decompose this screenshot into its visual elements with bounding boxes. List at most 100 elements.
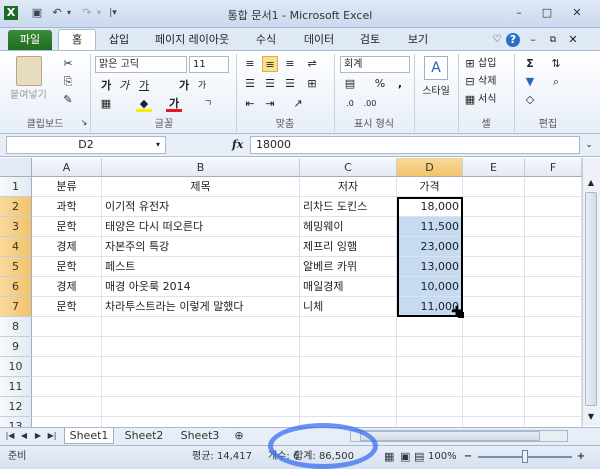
cell-f1[interactable] <box>525 177 582 197</box>
find-select-icon[interactable]: ⌕ <box>548 74 564 90</box>
font-name-dropdown[interactable]: 맑은 고딕 <box>95 56 187 73</box>
cell-d12[interactable] <box>397 397 463 417</box>
clear-icon[interactable]: ◇ <box>522 92 538 108</box>
format-cells-icon[interactable]: ▦ <box>462 92 478 108</box>
cell-b7[interactable]: 차라투스트라는 이렇게 말했다 <box>102 297 300 317</box>
cell-e3[interactable] <box>463 217 525 237</box>
cell-a12[interactable] <box>32 397 102 417</box>
cell-f10[interactable] <box>525 357 582 377</box>
sort-filter-icon[interactable]: ⇅ <box>548 56 564 72</box>
column-header-d[interactable]: D <box>397 158 463 177</box>
horizontal-scroll-thumb[interactable] <box>360 431 540 441</box>
cell-e9[interactable] <box>463 337 525 357</box>
underline-icon[interactable]: 가 <box>136 78 152 94</box>
align-left-icon[interactable]: ☰ <box>242 76 258 92</box>
row-header[interactable]: 9 <box>0 337 32 357</box>
row-header[interactable]: 5 <box>0 257 32 277</box>
cell-b9[interactable] <box>102 337 300 357</box>
cell-c8[interactable] <box>300 317 397 337</box>
cell-b8[interactable] <box>102 317 300 337</box>
row-header[interactable]: 10 <box>0 357 32 377</box>
sheet-tab-sheet3[interactable]: Sheet3 <box>174 428 226 444</box>
tab-formulas[interactable]: 수식 <box>246 30 286 50</box>
select-all-corner[interactable] <box>0 158 32 177</box>
comma-style-icon[interactable]: , <box>392 76 408 92</box>
page-break-view-icon[interactable]: ▤ <box>414 449 428 465</box>
paste-button-label[interactable]: 붙여넣기 <box>10 88 56 104</box>
align-middle-icon[interactable]: ≡ <box>262 56 278 72</box>
cell-e5[interactable] <box>463 257 525 277</box>
cell-d2[interactable]: 18,000 <box>397 197 463 217</box>
tab-file[interactable]: 파일 <box>8 30 52 50</box>
align-bottom-icon[interactable]: ≡ <box>282 56 298 72</box>
cell-a1[interactable]: 분류 <box>32 177 102 197</box>
zoom-in-icon[interactable]: + <box>574 449 588 465</box>
tab-view[interactable]: 보기 <box>398 30 438 50</box>
clipboard-launcher-icon[interactable]: ↘ <box>80 115 88 131</box>
name-box[interactable]: D2 <box>6 136 166 154</box>
prev-sheet-icon[interactable]: ◀ <box>18 428 30 444</box>
row-header[interactable]: 2 <box>0 197 32 217</box>
cell-styles-icon[interactable]: A <box>424 56 448 80</box>
cell-e11[interactable] <box>463 377 525 397</box>
cell-c12[interactable] <box>300 397 397 417</box>
row-header[interactable]: 1 <box>0 177 32 197</box>
row-header[interactable]: 4 <box>0 237 32 257</box>
close-icon[interactable]: ✕ <box>568 6 586 20</box>
cut-icon[interactable]: ✂ <box>60 56 76 72</box>
cell-c6[interactable]: 매일경제 <box>300 277 397 297</box>
cell-e8[interactable] <box>463 317 525 337</box>
cell-f9[interactable] <box>525 337 582 357</box>
border-icon[interactable]: ▦ <box>98 96 114 112</box>
cell-a7[interactable]: 문학 <box>32 297 102 317</box>
cell-c4[interactable]: 제프리 잉햄 <box>300 237 397 257</box>
cell-e1[interactable] <box>463 177 525 197</box>
cell-d11[interactable] <box>397 377 463 397</box>
cell-f6[interactable] <box>525 277 582 297</box>
name-box-dropdown-icon[interactable]: ▾ <box>152 137 164 153</box>
cell-c5[interactable]: 알베르 카뮈 <box>300 257 397 277</box>
format-painter-icon[interactable]: ✎ <box>60 92 76 108</box>
cell-e10[interactable] <box>463 357 525 377</box>
cell-c3[interactable]: 헤밍웨이 <box>300 217 397 237</box>
cell-d5[interactable]: 13,000 <box>397 257 463 277</box>
delete-cells-label[interactable]: 삭제 <box>478 74 514 90</box>
doc-close-icon[interactable]: ✕ <box>566 30 580 50</box>
styles-button-label[interactable]: 스타일 <box>416 84 456 100</box>
minimize-ribbon-icon[interactable]: ♡ <box>490 30 504 50</box>
cell-f2[interactable] <box>525 197 582 217</box>
cell-b11[interactable] <box>102 377 300 397</box>
cell-c7[interactable]: 니체 <box>300 297 397 317</box>
column-header-f[interactable]: F <box>525 158 582 177</box>
fill-icon[interactable]: ▼ <box>522 74 538 90</box>
cell-c1[interactable]: 저자 <box>300 177 397 197</box>
insert-sheet-icon[interactable]: ⊕ <box>230 428 248 444</box>
page-layout-view-icon[interactable]: ▣ <box>400 449 414 465</box>
cell-c10[interactable] <box>300 357 397 377</box>
percent-style-icon[interactable]: % <box>372 76 388 92</box>
scroll-thumb[interactable] <box>585 192 597 406</box>
align-top-icon[interactable]: ≡ <box>242 56 258 72</box>
cell-e7[interactable] <box>463 297 525 317</box>
cell-a6[interactable]: 경제 <box>32 277 102 297</box>
wrap-text-icon[interactable]: ⇌ <box>304 56 320 72</box>
formula-input[interactable]: 18000 <box>250 136 580 154</box>
cell-e2[interactable] <box>463 197 525 217</box>
cell-d3[interactable]: 11,500 <box>397 217 463 237</box>
phonetic-icon[interactable]: ㄱ <box>200 96 216 112</box>
last-sheet-icon[interactable]: ▶| <box>46 428 58 444</box>
cell-c2[interactable]: 리차드 도킨스 <box>300 197 397 217</box>
cell-b2[interactable]: 이기적 유전자 <box>102 197 300 217</box>
cell-a3[interactable]: 문학 <box>32 217 102 237</box>
cell-f5[interactable] <box>525 257 582 277</box>
cell-b1[interactable]: 제목 <box>102 177 300 197</box>
cell-f4[interactable] <box>525 237 582 257</box>
sheet-tab-sheet2[interactable]: Sheet2 <box>118 428 170 444</box>
cell-b12[interactable] <box>102 397 300 417</box>
row-header[interactable]: 6 <box>0 277 32 297</box>
fill-color-icon[interactable]: ◆ <box>136 96 152 112</box>
align-right-icon[interactable]: ☰ <box>282 76 298 92</box>
tab-page-layout[interactable]: 페이지 레이아웃 <box>146 30 238 50</box>
cell-f3[interactable] <box>525 217 582 237</box>
cell-e6[interactable] <box>463 277 525 297</box>
